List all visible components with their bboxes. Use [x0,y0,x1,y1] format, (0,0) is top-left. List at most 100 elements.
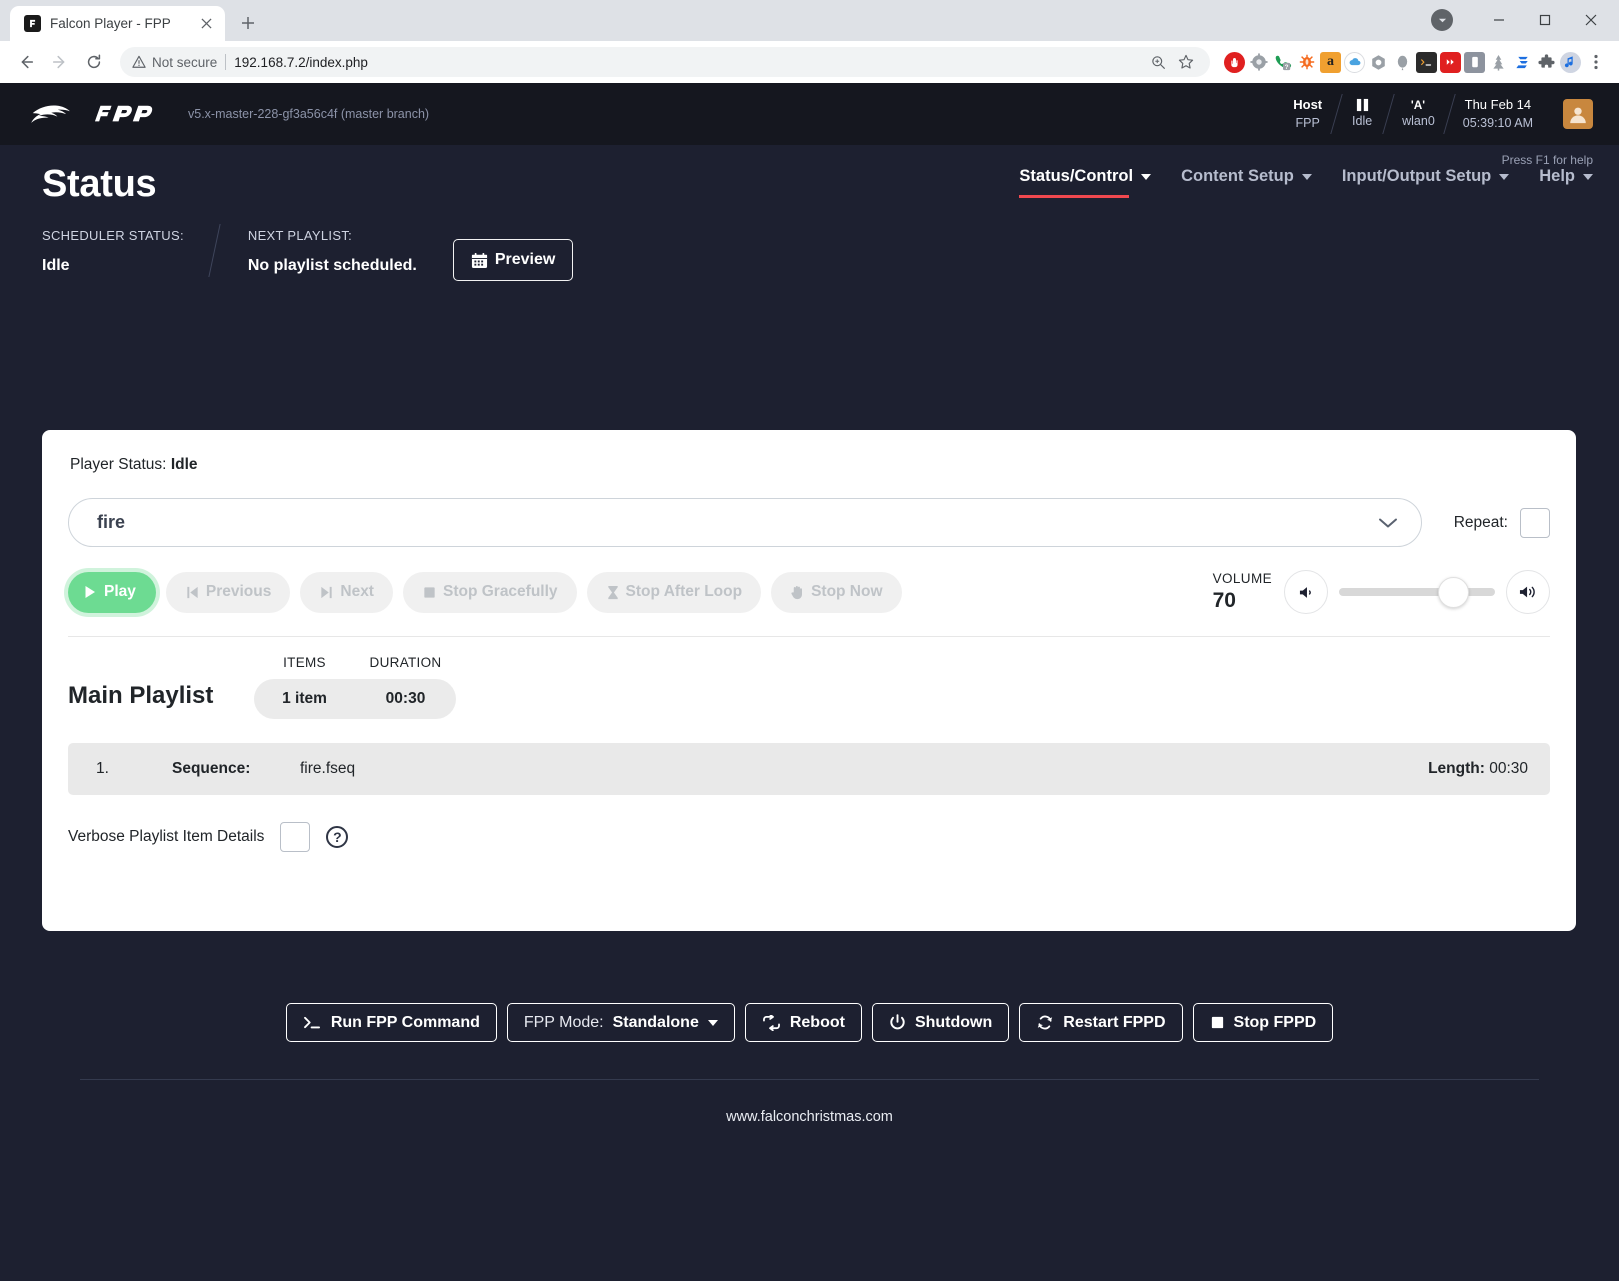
nav-input-output-setup[interactable]: Input/Output Setup [1342,167,1509,198]
playlist-item-row[interactable]: 1. Sequence: fire.fseq Length: 00:30 [68,743,1550,795]
playlist-select[interactable]: fire [68,498,1422,547]
bug-extension-icon[interactable] [1296,52,1317,73]
address-bar[interactable]: Not secure 192.168.7.2/index.php [120,47,1210,77]
avatar [1563,99,1593,129]
shutdown-button[interactable]: Shutdown [872,1003,1009,1042]
verbose-details-row: Verbose Playlist Item Details ? [68,822,1550,852]
page-title: Status [42,163,156,206]
mobile-extension-icon[interactable] [1464,52,1485,73]
host-value: FPP [1296,114,1320,132]
volume-control: VOLUME 70 [1213,570,1550,614]
volume-slider[interactable] [1339,588,1495,596]
editor-extension-icon[interactable] [1512,52,1533,73]
youtube-extension-icon[interactable] [1440,52,1461,73]
chevron-down-icon [1377,516,1399,530]
header-clock: Thu Feb 14 05:39:10 AM [1449,92,1547,136]
volume-value: 70 [1213,589,1236,613]
volume-down-icon [1298,585,1315,600]
balloon-extension-icon[interactable] [1392,52,1413,73]
question-mark-icon[interactable]: ? [326,826,348,848]
avatar-wrap[interactable] [1547,92,1593,136]
player-status-row: Player Status: Idle [70,456,1550,474]
terminal-extension-icon[interactable] [1416,52,1437,73]
next-button[interactable]: Next [300,572,393,613]
security-indicator[interactable]: Not secure [132,55,217,70]
window-minimize-button[interactable] [1477,6,1521,34]
previous-button-label: Previous [206,583,271,601]
restart-fppd-button[interactable]: Restart FPPD [1019,1003,1182,1042]
clock-date: Thu Feb 14 [1465,96,1532,115]
header-player-mode[interactable]: Idle [1336,92,1388,136]
header-network[interactable]: 'A' wlan0 [1388,92,1449,136]
new-tab-button[interactable] [233,8,263,38]
back-icon[interactable] [10,46,42,78]
playlist-stats: ITEMS DURATION 1 item 00:30 [254,655,456,719]
reload-icon[interactable] [78,46,110,78]
stop-now-button[interactable]: Stop Now [771,572,901,613]
gear-extension-icon[interactable] [1248,52,1269,73]
previous-button[interactable]: Previous [166,572,290,613]
clock-time: 05:39:10 AM [1463,114,1533,132]
nav-status-control[interactable]: Status/Control [1019,167,1151,198]
volume-up-button[interactable] [1506,570,1550,614]
cloud-extension-icon[interactable] [1344,52,1365,73]
tree-extension-icon[interactable] [1488,52,1509,73]
repeat-control: Repeat: [1454,508,1550,538]
music-extension-icon[interactable] [1560,52,1581,73]
phone-extension-icon[interactable]: ? [1272,52,1293,73]
tab-strip: Falcon Player - FPP [0,0,1619,41]
verbose-details-checkbox[interactable] [280,822,310,852]
fpp-header: v5.x-master-228-gf3a56c4f (master branch… [0,83,1619,145]
play-icon [82,584,98,600]
scheduler-status-value: Idle [42,257,184,275]
chevron-down-icon [1499,174,1509,180]
fpp-mode-dropdown[interactable]: FPP Mode: Standalone [507,1003,735,1042]
playlist-item-length-value: 00:30 [1489,760,1528,777]
zoom-icon[interactable] [1146,50,1170,74]
stop-now-button-label: Stop Now [811,583,882,601]
network-value: wlan0 [1402,112,1435,130]
nav-help[interactable]: Help [1539,167,1593,198]
playlist-item-length-label: Length: [1428,760,1485,777]
puzzle-extension-icon[interactable] [1536,52,1557,73]
stop-gracefully-button[interactable]: Stop Gracefully [403,572,577,613]
shutdown-label: Shutdown [915,1014,992,1032]
profile-chip-icon[interactable] [1431,9,1453,31]
footer-divider [80,1079,1539,1080]
preview-button[interactable]: Preview [453,239,573,281]
repeat-checkbox[interactable] [1520,508,1550,538]
playlist-item-length: Length: 00:30 [1428,760,1528,778]
card-divider [68,636,1550,637]
stop-fppd-button[interactable]: Stop FPPD [1193,1003,1334,1042]
command-button-row: Run FPP Command FPP Mode: Standalone Reb… [0,1003,1619,1042]
brand-name [94,101,166,127]
nut-extension-icon[interactable] [1368,52,1389,73]
volume-label: VOLUME [1213,571,1272,586]
playlist-summary: Main Playlist ITEMS DURATION 1 item 00:3… [68,655,1550,719]
brand[interactable]: v5.x-master-228-gf3a56c4f (master branch… [30,101,429,127]
star-icon[interactable] [1174,50,1198,74]
pause-icon [1355,98,1370,112]
reboot-button[interactable]: Reboot [745,1003,862,1042]
adblock-extension-icon[interactable] [1224,52,1245,73]
falcon-logo [30,101,80,127]
window-maximize-button[interactable] [1523,6,1567,34]
stop-gracefully-button-label: Stop Gracefully [443,583,558,601]
stop-after-loop-button[interactable]: Stop After Loop [587,572,762,613]
footer-link[interactable]: www.falconchristmas.com [0,1109,1619,1125]
play-button[interactable]: Play [68,572,156,613]
volume-down-button[interactable] [1284,570,1328,614]
forward-icon[interactable] [44,46,76,78]
window-close-button[interactable] [1569,6,1613,34]
nav-help-label: Help [1539,167,1575,186]
next-playlist-value: No playlist scheduled. [248,257,417,275]
player-mode-value: Idle [1352,112,1372,130]
security-label: Not secure [152,55,217,70]
nav-content-setup[interactable]: Content Setup [1181,167,1312,198]
browser-tab[interactable]: Falcon Player - FPP [10,6,225,41]
amazon-extension-icon[interactable]: a [1320,52,1341,73]
kebab-menu-icon[interactable] [1583,47,1609,77]
run-fpp-command-button[interactable]: Run FPP Command [286,1003,497,1042]
volume-slider-handle[interactable] [1438,577,1469,608]
close-icon[interactable] [197,15,215,33]
